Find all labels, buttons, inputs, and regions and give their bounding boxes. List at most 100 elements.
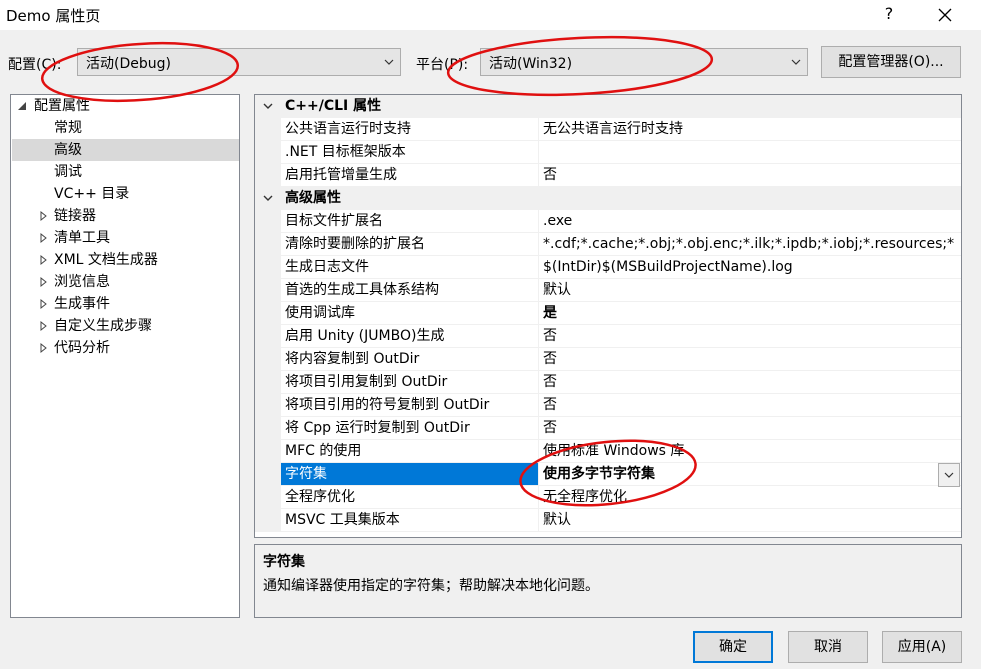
platform-select[interactable]: 活动(Win32) (480, 48, 808, 76)
property-row[interactable]: 将 Cpp 运行时复制到 OutDir 否 (255, 417, 961, 440)
property-row[interactable]: 清除时要删除的扩展名 *.cdf;*.cache;*.obj;*.obj.enc;… (255, 233, 961, 256)
value-dropdown-button[interactable] (938, 463, 960, 487)
row-gutter (255, 325, 281, 348)
property-row[interactable]: 首选的生成工具体系结构 默认 (255, 279, 961, 302)
property-name: 字符集 (281, 463, 539, 486)
tree-item[interactable]: 代码分析 (12, 337, 239, 359)
property-row[interactable]: 全程序优化 无全程序优化 (255, 486, 961, 509)
row-gutter (255, 348, 281, 371)
tree-item[interactable]: 高级 (12, 139, 239, 161)
property-value[interactable]: 是 (539, 302, 961, 325)
property-name: 启用托管增量生成 (281, 164, 539, 187)
tree-root-label: 配置属性 (34, 98, 90, 114)
property-value[interactable]: 否 (539, 348, 961, 371)
property-name: 公共语言运行时支持 (281, 118, 539, 141)
property-name: 将项目引用的符号复制到 OutDir (281, 394, 539, 417)
config-label: 配置(C): (8, 57, 62, 73)
property-row[interactable]: 将项目引用复制到 OutDir 否 (255, 371, 961, 394)
description-title: 字符集 (263, 554, 305, 570)
config-select-value: 活动(Debug) (86, 56, 171, 72)
chevron-down-icon (791, 59, 801, 65)
property-value[interactable]: 无全程序优化 (539, 486, 961, 509)
close-icon (938, 8, 952, 22)
tree-item-label: XML 文档生成器 (54, 252, 158, 268)
property-row[interactable]: 字符集 使用多字节字符集 (255, 463, 961, 486)
property-value[interactable]: 否 (539, 371, 961, 394)
tree-item[interactable]: 生成事件 (12, 293, 239, 315)
property-row[interactable]: 将项目引用的符号复制到 OutDir 否 (255, 394, 961, 417)
property-value[interactable]: 无公共语言运行时支持 (539, 118, 961, 141)
tree-item-label: 生成事件 (54, 296, 110, 312)
help-button[interactable]: ? (874, 2, 904, 28)
row-gutter (255, 164, 281, 187)
expand-triangle-icon (40, 276, 47, 288)
config-select[interactable]: 活动(Debug) (77, 48, 401, 76)
ok-button[interactable]: 确定 (693, 631, 773, 663)
property-value[interactable]: 否 (539, 417, 961, 440)
property-value[interactable]: 使用标准 Windows 库 (539, 440, 961, 463)
property-row[interactable]: 生成日志文件 $(IntDir)$(MSBuildProjectName).log (255, 256, 961, 279)
property-row[interactable]: .NET 目标框架版本 (255, 141, 961, 164)
expand-triangle-icon (40, 320, 47, 332)
property-value[interactable]: 否 (539, 394, 961, 417)
grid-category[interactable]: C++/CLI 属性 (255, 95, 961, 118)
property-value[interactable]: 否 (539, 325, 961, 348)
row-gutter (255, 233, 281, 256)
tree-item[interactable]: 常规 (12, 117, 239, 139)
tree-item[interactable]: 自定义生成步骤 (12, 315, 239, 337)
cancel-button[interactable]: 取消 (788, 631, 868, 663)
property-name: MSVC 工具集版本 (281, 509, 539, 532)
property-row[interactable]: 目标文件扩展名 .exe (255, 210, 961, 233)
close-button[interactable] (930, 2, 960, 28)
tree-item-label: 清单工具 (54, 230, 110, 246)
expand-triangle-icon (40, 232, 47, 244)
row-gutter (255, 486, 281, 509)
grid-category[interactable]: 高级属性 (255, 187, 961, 210)
property-row[interactable]: 将内容复制到 OutDir 否 (255, 348, 961, 371)
property-row[interactable]: 使用调试库是 (255, 302, 961, 325)
property-name: 清除时要删除的扩展名 (281, 233, 539, 256)
row-gutter (255, 417, 281, 440)
tree-root[interactable]: 配置属性 (12, 95, 239, 117)
property-value[interactable]: 默认 (539, 509, 961, 532)
property-value[interactable]: 使用多字节字符集 (539, 463, 961, 486)
row-gutter (255, 118, 281, 141)
row-gutter (255, 463, 281, 486)
property-value[interactable]: .exe (539, 210, 961, 233)
platform-select-value: 活动(Win32) (489, 56, 573, 72)
grid-category-label: 高级属性 (285, 190, 341, 206)
tree-item[interactable]: 清单工具 (12, 227, 239, 249)
property-value[interactable]: 默认 (539, 279, 961, 302)
property-tree: 配置属性 常规 高级 调试 VC++ 目录链接器清单工具 XML 文档生成器浏览信息生成… (10, 94, 240, 618)
description-panel: 字符集 通知编译器使用指定的字符集；帮助解决本地化问题。 (254, 544, 962, 618)
property-name: .NET 目标框架版本 (281, 141, 539, 164)
property-name: 首选的生成工具体系结构 (281, 279, 539, 302)
config-manager-button[interactable]: 配置管理器(O)... (821, 46, 961, 78)
tree-item[interactable]: XML 文档生成器 (12, 249, 239, 271)
property-row[interactable]: 启用托管增量生成否 (255, 164, 961, 187)
property-name: 将项目引用复制到 OutDir (281, 371, 539, 394)
tree-item-label: VC++ 目录 (54, 186, 130, 202)
tree-item[interactable]: VC++ 目录 (12, 183, 239, 205)
property-row[interactable]: 启用 Unity (JUMBO)生成否 (255, 325, 961, 348)
row-gutter (255, 509, 281, 532)
property-value[interactable]: *.cdf;*.cache;*.obj;*.obj.enc;*.ilk;*.ip… (539, 233, 961, 256)
tree-item[interactable]: 调试 (12, 161, 239, 183)
apply-button[interactable]: 应用(A) (882, 631, 962, 663)
row-gutter (255, 371, 281, 394)
property-value[interactable]: 否 (539, 164, 961, 187)
chevron-down-icon (384, 59, 394, 65)
row-gutter (255, 440, 281, 463)
property-name: 将 Cpp 运行时复制到 OutDir (281, 417, 539, 440)
property-row[interactable]: MFC 的使用 使用标准 Windows 库 (255, 440, 961, 463)
expand-triangle-icon (40, 298, 47, 310)
tree-item[interactable]: 链接器 (12, 205, 239, 227)
property-value[interactable] (539, 141, 961, 164)
platform-label: 平台(P): (416, 57, 469, 73)
property-value[interactable]: $(IntDir)$(MSBuildProjectName).log (539, 256, 961, 279)
property-row[interactable]: MSVC 工具集版本 默认 (255, 509, 961, 532)
row-gutter (255, 302, 281, 325)
property-row[interactable]: 公共语言运行时支持 无公共语言运行时支持 (255, 118, 961, 141)
tree-item[interactable]: 浏览信息 (12, 271, 239, 293)
chevron-down-icon (263, 195, 273, 201)
